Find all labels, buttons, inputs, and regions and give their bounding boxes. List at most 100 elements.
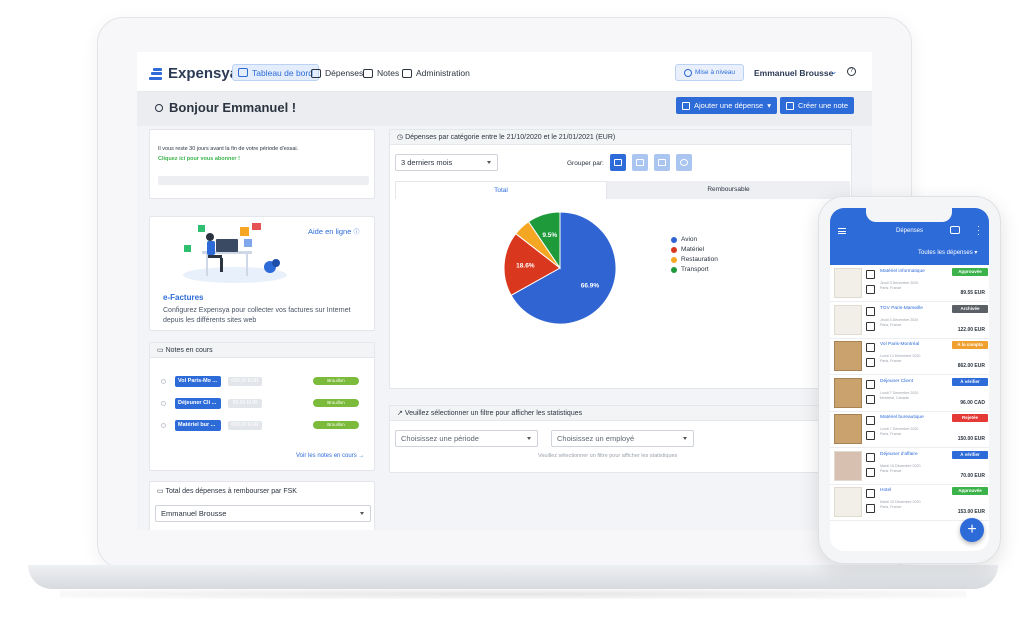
legend-item: Restauration [671,256,718,263]
user-menu[interactable]: Emmanuel Brousse [754,68,833,78]
group-by-card-button[interactable] [654,154,670,171]
expense-name: Hotel [880,488,892,493]
radio-button[interactable] [161,401,166,406]
help-icon[interactable]: ? [847,67,856,76]
admin-icon [402,68,412,78]
nav-tableau-de-bord[interactable]: Tableau de bord [232,64,319,81]
more-icon[interactable]: · · · [977,222,980,239]
note-row[interactable]: Déjeuner Cli ... 00,00 EUR Brouillon [161,398,365,410]
chevron-down-icon[interactable]: ⌄ [830,66,838,77]
expense-list-item[interactable]: Déjeuner d'affaire Mardi 15 Décembre 2020… [830,448,989,485]
expense-list-item[interactable]: Matériel informatique Jeudi 3 Décembre 20… [830,265,989,302]
expense-list-item[interactable]: TGV Paris-Marseille Jeudi 4 Décembre 2020… [830,302,989,339]
status-badge: À vérifier [952,377,988,386]
grid-icon [614,159,622,166]
pie-data-label: 9.5% [542,232,557,239]
reimburse-card: ▭ Total des dépenses à rembourser par FS… [149,481,375,530]
create-note-button[interactable]: Créer une note [780,97,855,114]
see-notes-link[interactable]: Voir les notes en cours → [296,453,364,459]
camera-icon[interactable] [950,226,960,234]
nav-administration[interactable]: Administration [402,65,470,81]
expense-amount: 862.00 EUR [957,363,985,369]
brand-logo[interactable]: Expensya [149,65,238,82]
employee-select-value: Emmanuel Brousse [161,509,227,518]
dashboard-icon [238,68,248,77]
menu-icon[interactable] [838,228,846,234]
receipt-thumbnail [834,487,862,517]
upgrade-label: Mise à niveau [694,69,736,76]
expense-date-text: Lundi 14 Décembre 2020 [880,354,921,358]
period-filter-select[interactable]: Choisissez une période [395,430,538,447]
status-badge: Approuvée [952,487,988,495]
expense-amount: 70.00 EUR [960,472,985,479]
status-badge: Approuvée [952,268,988,276]
expense-amount: 153.00 EUR [957,509,985,515]
expense-list-item[interactable]: Déjeuner Client Lundi 7 Décembre 2020 Mont… [830,375,989,412]
category-icon [866,306,875,316]
radio-button[interactable] [161,423,166,428]
phone-title: Dépenses [896,228,924,234]
chart-title: Dépenses par catégorie entre le 21/10/20… [405,134,616,141]
chart-header: ◷ Dépenses par catégorie entre le 21/10/… [390,130,851,145]
top-nav: Expensya Tableau de bord Dépenses Notes … [137,52,872,92]
status-badge: Brouillon [313,377,359,385]
expense-date: Lundi 7 Décembre 2020 Paris, France [880,427,918,437]
status-badge: À la compta [952,341,988,349]
expense-place: Paris, France [880,359,902,363]
group-by-category-button[interactable] [610,154,626,171]
note-amount: 000,00 EUR [228,377,262,386]
calendar-icon [866,431,875,440]
status-badge: Archivée [952,304,988,313]
caret-down-icon [527,437,531,440]
expense-date-text: Mardi 15 Décembre 2020 [880,500,921,504]
nav-depenses[interactable]: Dépenses [311,65,363,81]
legend-swatch [671,236,677,243]
reimburse-title: Total des dépenses à rembourser par FSK [165,488,297,495]
stats-card: ↗ Veuillez sélectionner un filtre pour a… [389,405,852,473]
note-row[interactable]: Matériel bur ... 000,00 EUR Brouillon [161,420,365,432]
group-by-folder-button[interactable] [632,154,648,171]
expense-name: Déjeuner Client [880,378,914,384]
expense-list-item[interactable]: Vol Paris-Montréal Lundi 14 Décembre 2020… [830,338,989,375]
arrow-up-circle-icon [683,68,692,77]
subscribe-link[interactable]: Cliquez ici pour vous abonner ! [158,156,240,162]
receipt-thumbnail [834,414,862,444]
notes-title: Notes en cours [165,347,213,354]
period-select[interactable]: 3 derniers mois [395,154,498,171]
employee-select[interactable]: Emmanuel Brousse [155,505,371,522]
expense-date: Lundi 7 Décembre 2020 Montréal, Canada [880,391,918,401]
employee-filter-select[interactable]: Choisissez un employé [551,430,694,447]
add-fab-button[interactable]: + [960,518,984,542]
notes-header: ▭ Notes en cours [150,343,374,358]
receipt-thumbnail [834,268,862,298]
expense-list-item[interactable]: Hotel Mardi 15 Décembre 2020 Paris, France… [830,484,989,521]
nav-notes[interactable]: Notes [363,65,399,81]
status-badge: Brouillon [313,399,359,407]
trial-card: Il vous reste 30 jours avant la fin de v… [149,129,375,199]
radio-button[interactable] [161,379,166,384]
help-online-link[interactable]: Aide en ligne ⓘ [308,227,359,236]
expense-place: Paris, France [880,286,902,290]
tab-remboursable[interactable]: Remboursable [607,181,850,199]
upgrade-button[interactable]: Mise à niveau [675,64,744,81]
expense-name: Déjeuner d'affaire [880,451,918,457]
expense-name: Matériel bureautique [880,415,924,420]
legend-label: Restauration [681,256,718,263]
tab-total[interactable]: Total [395,181,607,199]
phone-notch [866,208,952,222]
phone-filter-dropdown[interactable]: Toutes les dépenses ▾ [918,249,977,256]
expense-amount: 96.00 CAD [960,399,985,406]
expense-amount: 150.00 EUR [957,436,985,442]
group-by-label: Grouper par: [567,160,604,167]
caret-down-icon: ▾ [767,101,771,110]
group-by-location-button[interactable] [676,154,692,171]
calendar-icon [866,504,875,513]
category-icon [866,343,875,352]
stats-hint: Veuillez sélectionner un filtre pour aff… [538,453,678,459]
note-row[interactable]: Vol Paris-Mo ... 000,00 EUR Brouillon [161,376,365,388]
note-amount: 00,00 EUR [228,399,262,408]
add-expense-button[interactable]: Ajouter une dépense ▾ [676,97,777,114]
note-amount: 000,00 EUR [228,421,262,430]
efactures-illustration [183,223,287,283]
expense-list-item[interactable]: Matériel bureautique Lundi 7 Décembre 202… [830,411,989,448]
